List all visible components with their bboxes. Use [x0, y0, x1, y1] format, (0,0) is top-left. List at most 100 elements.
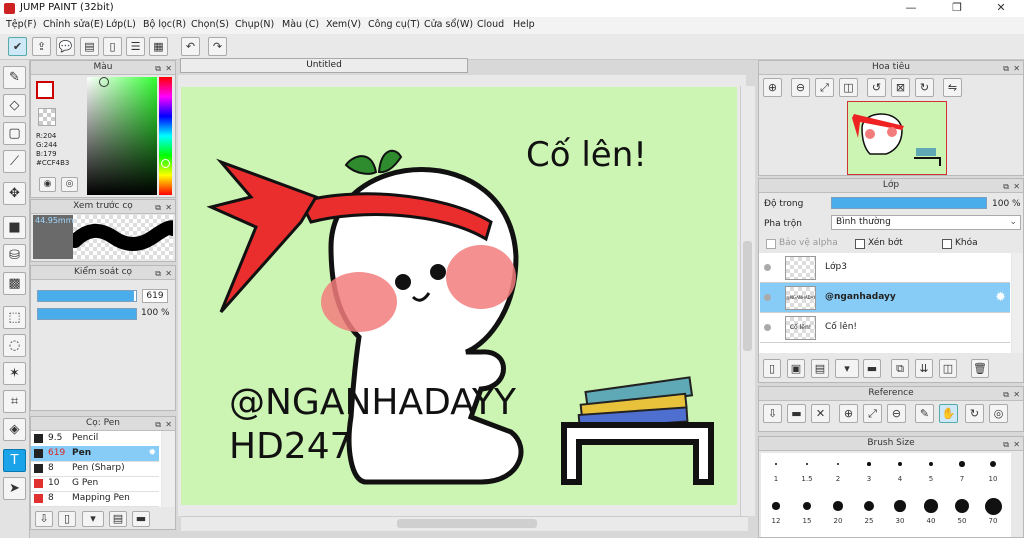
transparent-color-swatch[interactable] [38, 108, 56, 126]
flip-icon[interactable]: ⇋ [943, 78, 962, 97]
reset-view-icon[interactable]: ◎ [989, 404, 1008, 423]
undock-icon[interactable]: ⧉ [155, 418, 161, 431]
fit-screen-icon[interactable]: ⤢ [815, 78, 834, 97]
new-brush-icon[interactable]: ▯ [58, 511, 76, 527]
open-folder-icon[interactable]: ▬ [787, 404, 806, 423]
fit-screen-icon[interactable]: ⤢ [863, 404, 882, 423]
layer-row[interactable]: @NGANHADAYY @nganhadayy ✹ [760, 283, 1010, 313]
panel-close-icon[interactable]: ✕ [165, 201, 172, 214]
zoom-in-icon[interactable]: ⊕ [763, 78, 782, 97]
new-tone-layer-icon[interactable]: ▤ [811, 359, 829, 378]
delete-layer-icon[interactable]: 🗑 [971, 359, 989, 378]
brush-size-option[interactable]: 4 [885, 455, 915, 486]
brush-size-input[interactable]: 619 [142, 289, 168, 303]
clipping-checkbox[interactable] [855, 239, 865, 249]
vertical-scroll-thumb[interactable] [743, 241, 752, 351]
bucket-tool-icon[interactable]: ⛁ [3, 244, 26, 267]
panel-close-icon[interactable]: ✕ [1013, 438, 1020, 451]
document-tab[interactable]: Untitled [180, 58, 468, 73]
grid-icon[interactable]: ▦ [149, 37, 168, 56]
panel-close-icon[interactable]: ✕ [165, 418, 172, 431]
navigator-preview[interactable] [847, 101, 947, 175]
new-raster-layer-icon[interactable]: ▣ [787, 359, 805, 378]
horizontal-scroll-thumb[interactable] [397, 519, 537, 528]
brush-item-pencil[interactable]: 9.5 Pencil [31, 431, 159, 447]
settings-gear-icon[interactable]: ✹ [148, 446, 156, 461]
undo-icon[interactable]: ↶ [181, 37, 200, 56]
undock-icon[interactable]: ⧉ [1003, 388, 1009, 401]
close-button[interactable]: ✕ [978, 0, 1024, 17]
visibility-eye-icon[interactable] [764, 294, 771, 301]
add-brush-menu-icon[interactable]: ▾ [82, 511, 104, 527]
menu-help[interactable]: Help [513, 19, 535, 30]
menu-select[interactable]: Chọn(S) [191, 19, 229, 30]
add-layer-menu-icon[interactable]: ▾ [835, 359, 859, 378]
palette-icon[interactable]: ◉ [39, 177, 56, 192]
redo-icon[interactable]: ↷ [208, 37, 227, 56]
brush-tool-icon[interactable]: ✎ [3, 66, 26, 89]
menu-view[interactable]: Xem(V) [326, 19, 361, 30]
select-pen-tool-icon[interactable]: ⌗ [3, 390, 26, 413]
zoom-out-icon[interactable]: ⊖ [791, 78, 810, 97]
move-tool-icon[interactable]: ✥ [3, 182, 26, 205]
brush-size-option[interactable]: 2 [823, 455, 853, 486]
fill-rect-tool-icon[interactable]: ■ [3, 216, 26, 239]
brush-list-scrollbar[interactable] [162, 431, 175, 507]
brush-settings-icon[interactable]: ▤ [109, 511, 127, 527]
reset-rotation-icon[interactable]: ⊠ [891, 78, 910, 97]
rotate-icon[interactable]: ↻ [965, 404, 984, 423]
primary-color-swatch[interactable] [36, 81, 54, 99]
comment-icon[interactable]: ▤ [80, 37, 99, 56]
brush-size-option[interactable]: 7 [947, 455, 977, 486]
brush-size-option[interactable]: 25 [854, 497, 884, 528]
brush-size-slider[interactable] [37, 290, 137, 302]
layer-row[interactable]: Cố lên! Cố lên! [760, 313, 1010, 343]
menu-file[interactable]: Tệp(F) [6, 19, 37, 30]
check-icon[interactable]: ✔ [8, 37, 27, 56]
brush-size-option[interactable]: 70 [978, 497, 1008, 528]
rotate-right-icon[interactable]: ↻ [915, 78, 934, 97]
select-eraser-tool-icon[interactable]: ◈ [3, 418, 26, 441]
layers-icon[interactable]: ☰ [126, 37, 145, 56]
text-tool-icon[interactable]: T [3, 449, 26, 472]
layer-row[interactable]: Lớp3 [760, 253, 1010, 283]
hand-tool-icon[interactable]: ✋ [939, 404, 958, 423]
menu-tools[interactable]: Công cụ(T) [368, 19, 420, 30]
canvas-vertical-scrollbar[interactable] [740, 86, 755, 516]
merge-layer-icon[interactable]: ⇊ [915, 359, 933, 378]
brush-opacity-slider[interactable] [37, 308, 137, 320]
undock-icon[interactable]: ⧉ [155, 62, 161, 75]
layer-list-scrollbar[interactable] [1012, 253, 1023, 353]
panel-close-icon[interactable]: ✕ [165, 267, 172, 280]
saturation-value-picker[interactable] [87, 77, 157, 195]
magic-wand-tool-icon[interactable]: ✶ [3, 362, 26, 385]
rotate-left-icon[interactable]: ↺ [867, 78, 886, 97]
actual-size-icon[interactable]: ◫ [839, 78, 858, 97]
panel-close-icon[interactable]: ✕ [1013, 62, 1020, 75]
brush-size-option[interactable]: 30 [885, 497, 915, 528]
brush-size-option[interactable]: 1 [761, 455, 791, 486]
visibility-eye-icon[interactable] [764, 264, 771, 271]
panel-close-icon[interactable]: ✕ [1013, 180, 1020, 193]
eraser-tool-icon[interactable]: ◇ [3, 94, 26, 117]
brush-item-g-pen[interactable]: 10 G Pen [31, 476, 159, 492]
select-object-tool-icon[interactable]: ➤ [3, 477, 26, 500]
page-icon[interactable]: ▯ [103, 37, 122, 56]
menu-edit[interactable]: Chỉnh sửa(E) [43, 19, 104, 30]
gradient-tool-icon[interactable]: ▩ [3, 272, 26, 295]
lasso-tool-icon[interactable]: ◌ [3, 334, 26, 357]
layer-opacity-slider[interactable] [831, 197, 987, 209]
brush-item-pen[interactable]: 619 Pen ✹ [31, 446, 159, 462]
lock-checkbox[interactable] [942, 239, 952, 249]
chat-icon[interactable]: 💬 [56, 37, 75, 56]
brush-size-option[interactable]: 5 [916, 455, 946, 486]
drawing-canvas[interactable]: Cố lên! @NGANHADAYY HD247 [181, 87, 737, 505]
undock-icon[interactable]: ⧉ [155, 201, 161, 214]
undock-icon[interactable]: ⧉ [1003, 62, 1009, 75]
menu-capture[interactable]: Chụp(N) [235, 19, 274, 30]
brush-size-option[interactable]: 12 [761, 497, 791, 528]
undock-icon[interactable]: ⧉ [155, 267, 161, 280]
layer-folder-icon[interactable]: ▬ [863, 359, 881, 378]
brush-item-mapping-pen[interactable]: 8 Mapping Pen [31, 491, 159, 507]
visibility-eye-icon[interactable] [764, 324, 771, 331]
